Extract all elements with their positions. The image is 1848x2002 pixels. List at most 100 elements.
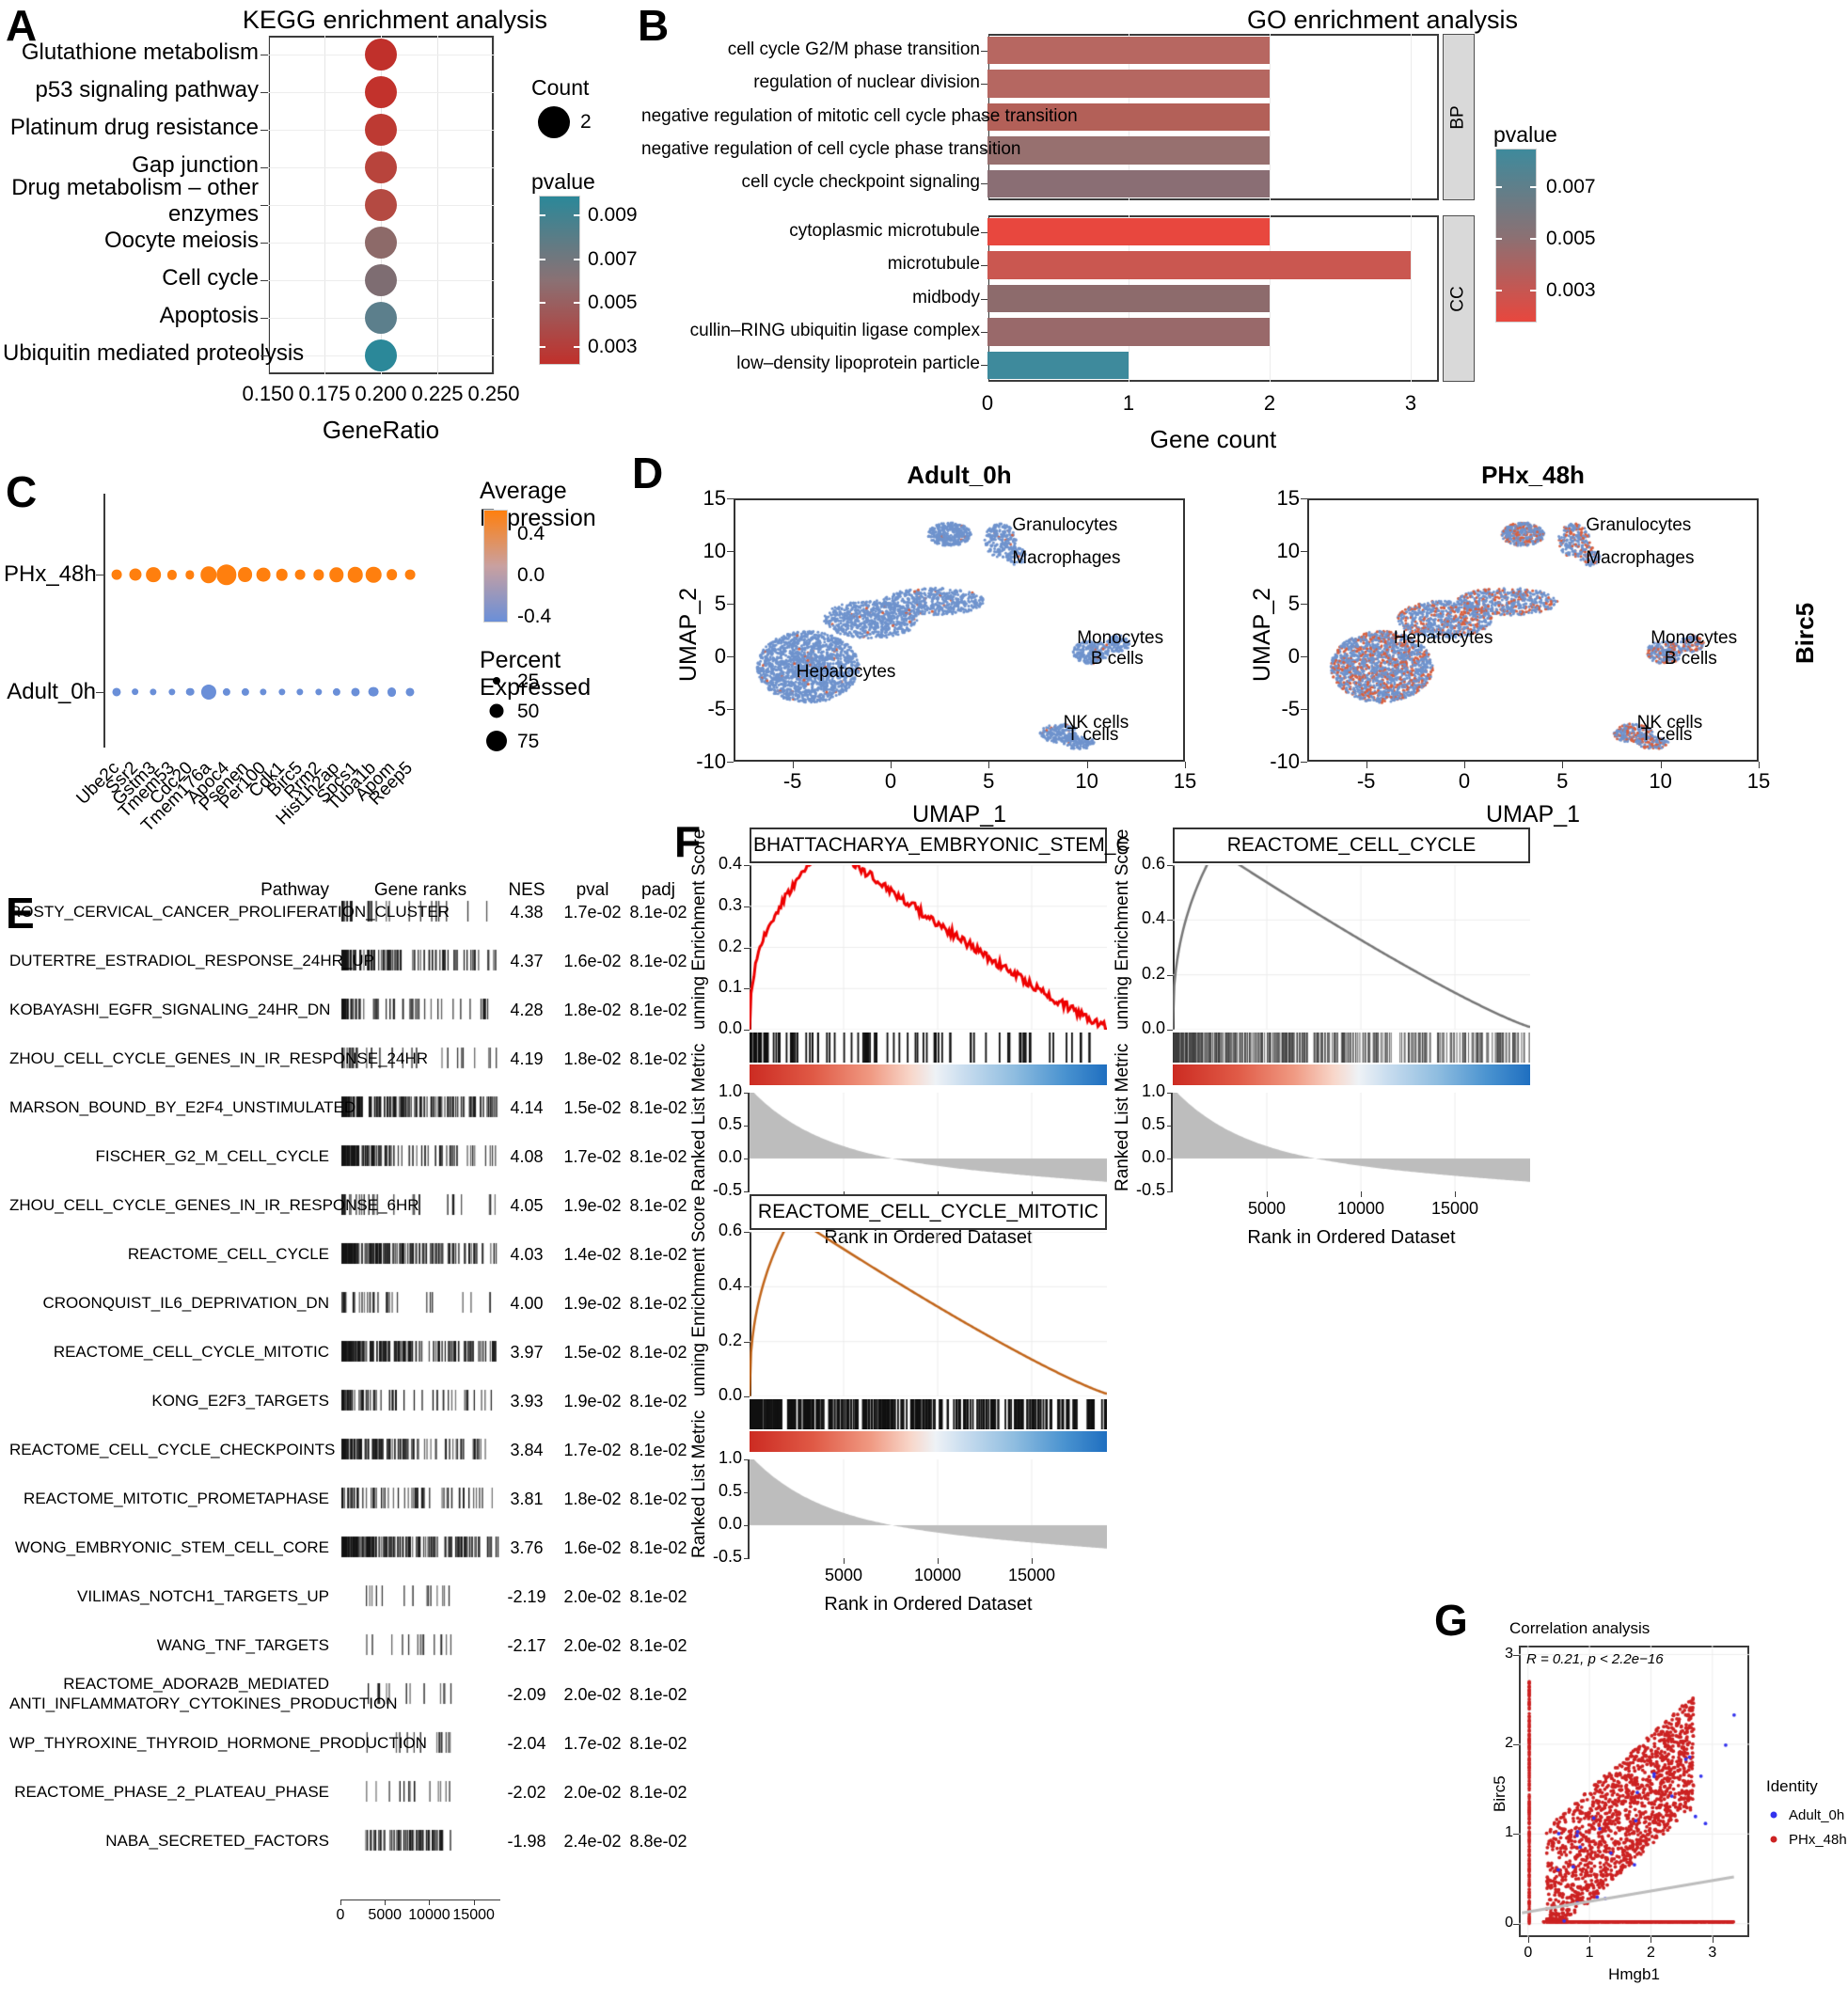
fgsea-pval-value: 1.5e-02 [563,1343,622,1362]
umap-xtick-label: 15 [1746,769,1771,793]
fgsea-pval-value: 1.8e-02 [563,1490,622,1508]
umap-xtick [792,762,794,768]
correlation-xtick [1712,1937,1714,1943]
correlation-xtick [1589,1937,1591,1943]
kegg-pvalue-tickmark [539,258,545,260]
fgsea-xtick [385,1900,387,1905]
fgsea-pval-value: 1.7e-02 [563,1147,622,1166]
kegg-count-legend-title: Count [531,75,590,100]
umap-cluster-label: Monocytes [1077,628,1164,649]
umap-ytick [1301,762,1307,763]
fgsea-pval-value: 1.7e-02 [563,903,622,922]
umap-xtick [1562,762,1564,768]
umap-xtick [1086,762,1088,768]
kegg-category-label: Drug metabolism – other enzymes [11,175,259,227]
kegg-category-label: Oocyte meiosis [103,228,259,253]
umap-ytick [727,762,734,763]
kegg-dot [365,114,397,146]
dotplot-dot [199,566,217,584]
dotplot-size-legend-title: Percent Expressed [480,647,592,701]
gsea-es-ylabel: unning Enrichment Score [689,1195,709,1396]
dotplot-dot [112,687,121,697]
go-facet-strip: CC [1443,215,1475,382]
dotplot-color-legend-bar [483,510,508,623]
fgsea-nes-value: 3.84 [510,1441,544,1459]
dotplot-dot [150,687,157,696]
kegg-category-label: Cell cycle [162,265,259,291]
gsea-es-ylabel: unning Enrichment Score [1113,828,1132,1030]
umap-xtick [890,762,892,768]
fgsea-nes-value: -2.19 [507,1587,546,1606]
kegg-count-legend-value: 2 [580,111,592,133]
correlation-legend-title: Identity [1766,1777,1818,1795]
fgsea-pval-value: 1.7e-02 [563,1734,622,1753]
fgsea-pval-value: 2.0e-02 [563,1587,622,1606]
umap-ytick-label: 15 [703,486,726,510]
kegg-category-label: Glutathione metabolism [21,39,259,65]
kegg-pvalue-tickmark [574,214,580,216]
correlation-xtick-label: 1 [1585,1945,1594,1961]
fgsea-pval-value: 1.8e-02 [563,1049,622,1068]
umap-xtick-label: 15 [1173,769,1197,793]
dotplot-area: PHx_48h Adult_0h Ube2c Ssr2 Gstm3 Tmem53 Cdc20… [0,442,630,836]
gsea-rank-color-strip [750,1064,1107,1085]
fgsea-col-pathway: Pathway [261,880,329,900]
dotplot-dot [332,687,341,696]
umap-ytick [727,498,734,499]
gsea-metric-ylabel: Ranked List Metric [689,1043,709,1191]
umap-ytick [727,551,734,552]
correlation-ytick-label: 2 [1505,1734,1513,1751]
kegg-gridline-v [494,36,495,374]
gsea-title: REACTOME_CELL_CYCLE [1173,828,1530,863]
umap-yaxis-label: UMAP_2 [675,587,702,682]
correlation-plot-area: Correlation analysis R = 0.21, p < 2.2e−1… [1491,1599,1848,2002]
gsea-hit-ticks-canvas [1173,1033,1530,1063]
go-category-label: microtubule [887,254,980,275]
gsea-metric-yaxis [748,1093,750,1191]
dotplot-size-tick-label: 50 [517,701,540,722]
dotplot-dot [200,684,216,700]
go-pvalue-legend-title: pvalue [1493,122,1557,147]
fgsea-pathway-name: REACTOME_CELL_CYCLE_CHECKPOINTS [9,1441,336,1458]
dotplot-y-axis [103,494,105,748]
dotplot-dot [241,687,249,696]
gsea-es-ytick [744,1030,750,1031]
umap-title: PHx_48h [1481,461,1585,489]
correlation-ytick [1513,1923,1519,1925]
umap-cluster-label: Monocytes [1651,628,1738,649]
umap-ytick-label: 10 [1276,539,1300,562]
dotplot-size-legend-dot [489,703,504,718]
fgsea-pval-value: 1.6e-02 [563,952,622,970]
gsea-xtick-label: 15000 [1430,1199,1479,1218]
kegg-dot [365,339,397,371]
fgsea-padj-value: 8.8e-02 [629,1832,687,1851]
fgsea-pathway-name: NABA_SECRETED_FACTORS [105,1832,329,1850]
fgsea-pathway-name: VILIMAS_NOTCH1_TARGETS_UP [77,1587,329,1605]
kegg-xtick-label: 0.250 [467,382,520,405]
gsea-metric-yaxis [748,1459,750,1558]
panel-b-go: B GO enrichment analysis cell cycle G2/M… [630,0,1848,453]
umap-ytick [727,656,734,657]
umap-title: Adult_0h [907,461,1012,489]
gsea-ranked-metric-canvas [750,1459,1107,1558]
umap-cluster-label: B cells [1664,649,1717,670]
go-xtick-label: 2 [1263,391,1276,415]
umap-cluster-label: Hepatocytes [1393,628,1493,649]
correlation-title: Correlation analysis [1509,1619,1651,1637]
go-category-label: cullin–RING ubiquitin ligase complex [689,320,980,340]
dotplot-dot [294,569,306,580]
go-bar [987,70,1270,98]
correlation-legend-marker [1770,1836,1777,1843]
go-bar [987,218,1270,246]
kegg-pvalue-colorbar [539,196,580,365]
dotplot-color-tick-label: -0.4 [517,606,552,627]
go-pvalue-colorbar [1495,149,1537,323]
fgsea-pathway-name: REACTOME_PHASE_2_PLATEAU_PHASE [14,1783,329,1801]
panel-g-correlation: G Correlation analysis R = 0.21, p < 2.2e… [1434,1599,1848,2002]
go-category-label: cytoplasmic microtubule [789,220,980,241]
go-gridline-v [1411,34,1412,200]
gsea-xtick-label: 10000 [1336,1199,1385,1218]
fgsea-pathway-name: ZHOU_CELL_CYCLE_GENES_IN_IR_RESPONSE_24H… [9,1049,429,1067]
go-bar [987,37,1270,65]
correlation-xtick [1527,1937,1529,1943]
